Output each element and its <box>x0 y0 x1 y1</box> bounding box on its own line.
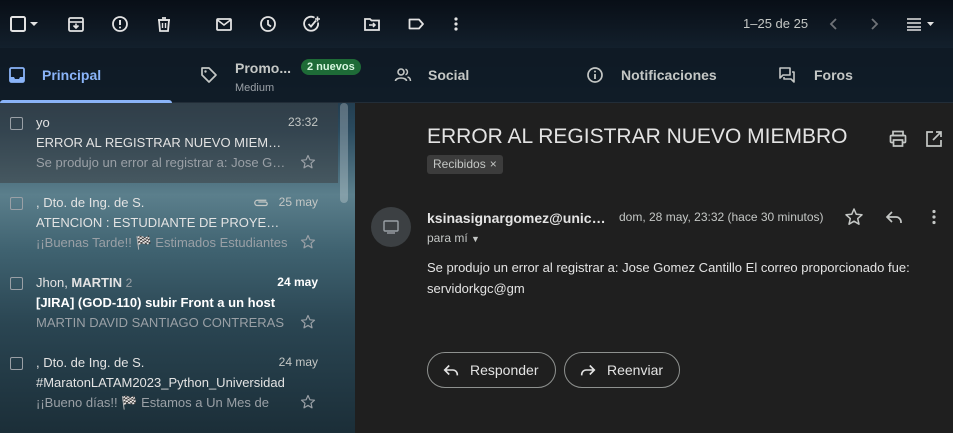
info-icon <box>587 67 603 83</box>
reply-icon[interactable] <box>884 207 904 227</box>
reading-pane: ERROR AL REGISTRAR NUEVO MIEMBRO Recibid… <box>355 103 953 433</box>
tag-icon <box>201 67 217 83</box>
snooze-icon[interactable] <box>256 12 280 36</box>
email-snippet: ¡¡Bueno días!! 🏁 Estamos a Un Mes de <box>36 395 269 410</box>
reply-icon <box>443 364 459 376</box>
email-sender: , Dto. de Ing. de S. <box>36 355 145 370</box>
row-checkbox[interactable] <box>10 117 23 130</box>
email-date: 24 may <box>277 275 318 289</box>
more-vert-icon[interactable] <box>444 12 468 36</box>
new-count-badge: 2 nuevos <box>301 59 361 75</box>
email-subject: ATENCION : ESTUDIANTE DE PROYECTO <box>36 215 288 230</box>
chevron-down-icon: ▼ <box>471 234 480 244</box>
person-icon <box>383 220 399 234</box>
email-date: 25 may <box>278 195 318 209</box>
inbox-icon <box>9 67 25 83</box>
sender-address[interactable]: ksinasignargomez@unicesar.edu.co <box>427 210 610 226</box>
email-list: yo 23:32 ERROR AL REGISTRAR NUEVO MIEMBR… <box>0 103 345 433</box>
email-sender: yo <box>36 115 50 130</box>
tab-social[interactable]: Social <box>372 48 572 103</box>
tab-label: Promo... <box>235 60 292 76</box>
mark-unread-icon[interactable] <box>212 12 236 36</box>
star-icon[interactable] <box>300 314 316 330</box>
list-scrollbar[interactable] <box>340 103 348 203</box>
email-row[interactable]: yo 23:32 ERROR AL REGISTRAR NUEVO MIEMBR… <box>0 103 338 183</box>
email-sender: , Dto. de Ing. de S. <box>36 195 145 210</box>
tab-label: Foros <box>814 67 853 83</box>
more-vert-icon[interactable] <box>924 207 944 227</box>
toolbar: 1–25 de 25 <box>0 0 953 48</box>
archive-icon[interactable] <box>64 12 88 36</box>
tab-sublabel: Medium <box>235 82 275 94</box>
email-date: 23:32 <box>287 115 318 129</box>
star-icon[interactable] <box>300 154 316 170</box>
chevron-left-icon[interactable] <box>822 12 846 36</box>
row-checkbox[interactable] <box>10 277 23 290</box>
tab-foros[interactable]: Foros <box>762 48 953 103</box>
label-icon[interactable] <box>404 12 428 36</box>
avatar <box>371 207 411 247</box>
move-to-icon[interactable] <box>360 12 384 36</box>
tab-principal[interactable]: Principal <box>0 48 172 103</box>
email-subject: ERROR AL REGISTRAR NUEVO MIEMBRO <box>36 135 288 150</box>
open-new-window-icon[interactable] <box>924 129 944 149</box>
chevron-right-icon[interactable] <box>862 12 886 36</box>
people-icon <box>394 68 412 82</box>
email-subject: #MaratonLATAM2023_Python_Universidad <box>36 375 285 390</box>
email-date: 24 may <box>278 355 318 369</box>
delete-icon[interactable] <box>152 12 176 36</box>
email-row[interactable]: Jhon, MARTIN 2 24 may [JIRA] (GOD-110) s… <box>0 263 338 343</box>
star-icon[interactable] <box>844 207 864 227</box>
email-snippet: MARTIN DAVID SANTIAGO CONTRERAS <box>36 315 284 330</box>
label-chip-recibidos[interactable]: Recibidos × <box>427 155 503 174</box>
message-body: Se produjo un error al registrar a: Jose… <box>427 260 910 296</box>
forward-icon <box>580 364 596 376</box>
message-date: dom, 28 may, 23:32 (hace 30 minutos) <box>619 210 824 224</box>
pagination-text: 1–25 de 25 <box>743 16 809 31</box>
email-snippet: Se produjo un error al registrar a: Jose… <box>36 155 288 170</box>
print-icon[interactable] <box>888 129 908 149</box>
message-subject: ERROR AL REGISTRAR NUEVO MIEMBRO <box>427 125 848 148</box>
report-spam-icon[interactable] <box>108 12 132 36</box>
tab-label: Social <box>428 67 470 83</box>
email-row[interactable]: , Dto. de Ing. de S. 24 may #MaratonLATA… <box>0 343 338 423</box>
row-checkbox[interactable] <box>10 357 23 370</box>
density-menu-icon[interactable] <box>902 12 938 36</box>
tab-label: Notificaciones <box>621 67 717 83</box>
row-checkbox[interactable] <box>10 197 23 210</box>
remove-label-icon[interactable]: × <box>490 157 497 171</box>
email-subject: [JIRA] (GOD-110) subir Front a un host <box>36 295 276 310</box>
email-snippet: ¡¡Buenas Tarde!! 🏁 Estimados Estudiantes <box>36 235 288 250</box>
category-tabs: Principal Promo... 2 nuevos Medium Socia… <box>0 48 953 103</box>
forward-button[interactable]: Reenviar <box>564 352 681 388</box>
attachment-icon <box>254 199 268 207</box>
email-row[interactable]: , Dto. de Ing. de S. 25 may ATENCION : E… <box>0 183 338 263</box>
chevron-down-icon[interactable] <box>26 12 42 36</box>
recipient-details[interactable]: para mí ▼ <box>427 231 480 245</box>
star-icon[interactable] <box>300 234 316 250</box>
tab-label: Principal <box>42 67 102 83</box>
star-icon[interactable] <box>300 394 316 410</box>
email-sender: Jhon, MARTIN 2 <box>36 275 133 290</box>
reply-button[interactable]: Responder <box>427 352 556 388</box>
forum-icon <box>779 67 795 83</box>
add-task-icon[interactable] <box>300 12 324 36</box>
tab-notificaciones[interactable]: Notificaciones <box>572 48 762 103</box>
